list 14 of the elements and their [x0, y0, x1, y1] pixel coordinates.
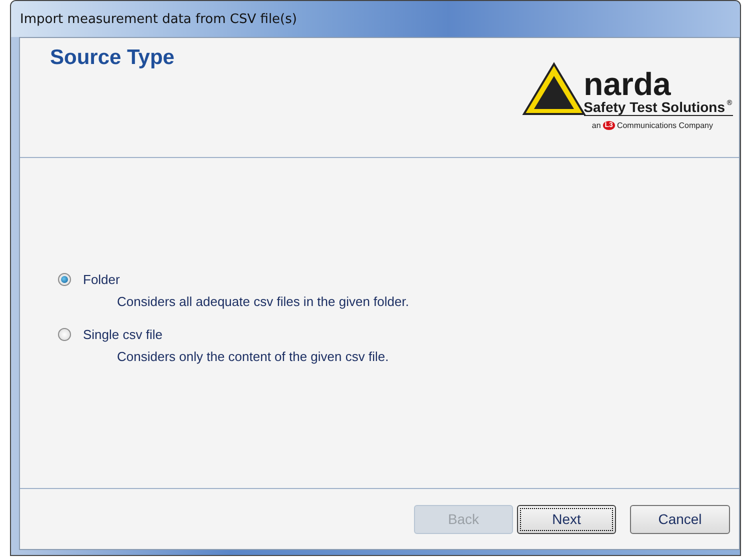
logo-prefix: an: [592, 121, 601, 130]
logo-name: narda: [584, 69, 671, 99]
option-label[interactable]: Folder: [83, 272, 120, 287]
dialog-button[interactable]: Next: [517, 504, 616, 534]
page-title: Source Type: [50, 46, 174, 71]
option-description: Considers all adequate csv files in the given folder.: [117, 294, 410, 309]
dialog-button[interactable]: Cancel: [630, 504, 730, 534]
option-label[interactable]: Single csv file: [83, 327, 162, 342]
logo-company: Communications Company: [616, 121, 713, 130]
radio-button[interactable]: [58, 328, 71, 341]
option-description: Considers only the content of the given csv file.: [117, 349, 390, 364]
logo-tagline: Safety Test Solutions: [584, 99, 725, 115]
radio-button[interactable]: [58, 273, 71, 286]
window-title: Import measurement data from CSV file(s): [20, 12, 297, 26]
